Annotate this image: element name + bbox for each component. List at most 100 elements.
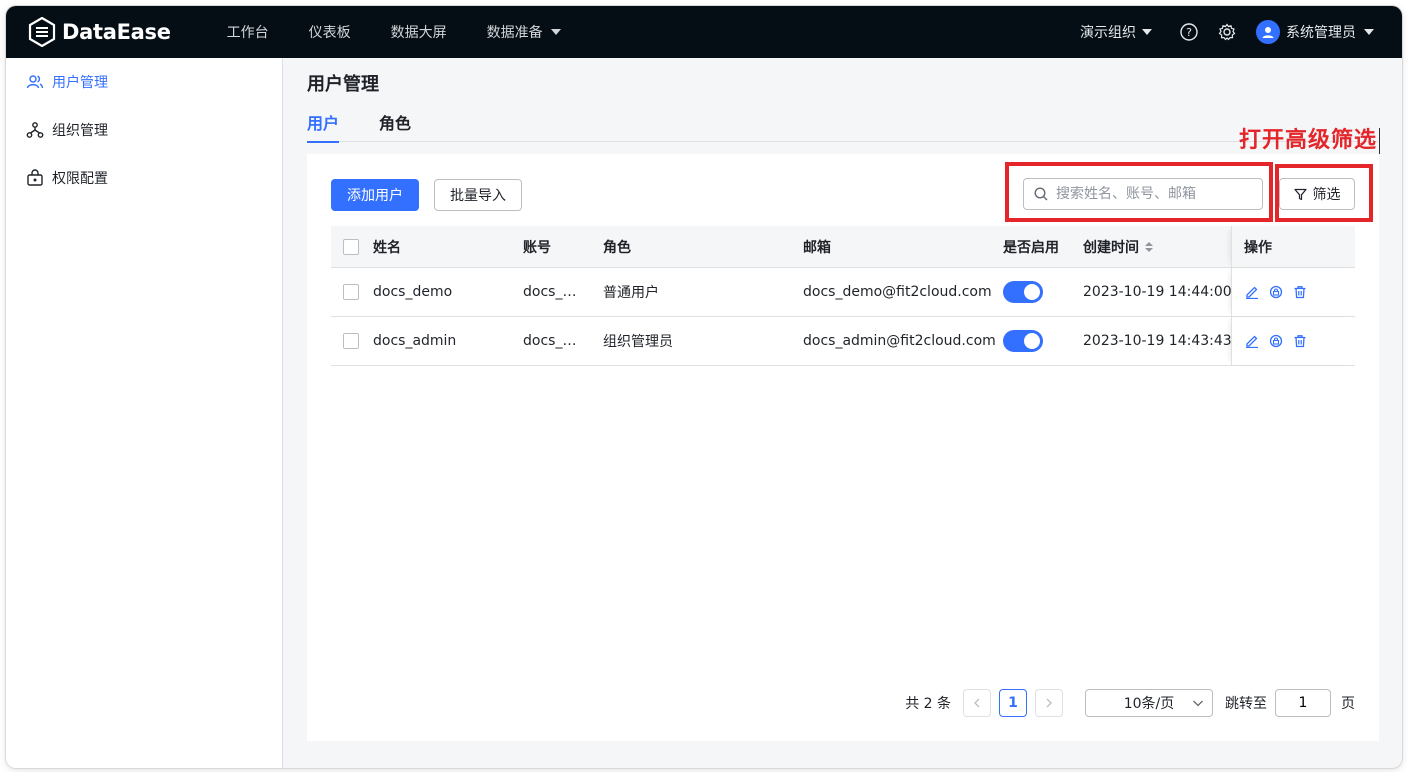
enabled-toggle[interactable] (1003, 330, 1043, 352)
row-select-cell (331, 284, 373, 300)
select-all-checkbox[interactable] (343, 238, 359, 255)
cell-account: docs_… (523, 333, 577, 349)
reset-password-icon[interactable] (1268, 284, 1284, 300)
avatar (1256, 20, 1280, 44)
org-tree-icon (26, 121, 44, 139)
top-navbar: DataEase 工作台 仪表板 数据大屏 数据准备 演示组织 ? 系统管理员 (6, 6, 1402, 58)
logo-text: DataEase (62, 20, 171, 44)
next-page-button[interactable] (1035, 689, 1063, 717)
tab-roles[interactable]: 角色 (379, 106, 411, 142)
sidebar-item-user-management[interactable]: 用户管理 (6, 58, 282, 106)
cell-role: 普通用户 (603, 285, 659, 301)
jump-page-input[interactable] (1275, 689, 1331, 717)
sidebar-item-permissions[interactable]: 权限配置 (6, 154, 282, 202)
cell-email: docs_admin@fit2cloud.com (803, 333, 996, 349)
header-created-label: 创建时间 (1083, 239, 1139, 256)
header-created-time[interactable]: 创建时间 (1083, 237, 1231, 257)
enabled-toggle[interactable] (1003, 281, 1043, 303)
cell-email: docs_demo@fit2cloud.com (803, 284, 992, 300)
tab-users[interactable]: 用户 (307, 106, 340, 143)
delete-trash-icon[interactable] (1292, 333, 1308, 349)
search-field[interactable] (1023, 178, 1263, 210)
row-checkbox[interactable] (343, 333, 359, 349)
help-icon[interactable]: ? (1180, 23, 1198, 41)
cell-ops (1231, 317, 1355, 365)
user-list-card: 添加用户 批量导入 筛选 姓名 账号 角色 邮箱 (307, 154, 1379, 741)
header-enabled: 是否启用 (1003, 239, 1059, 256)
annotation-text: 打开高级筛选 (1239, 128, 1378, 153)
header-name: 姓名 (373, 239, 401, 256)
nav-label: 仪表板 (308, 25, 351, 41)
add-user-button[interactable]: 添加用户 (331, 179, 419, 211)
cell-name: docs_admin (373, 333, 457, 349)
caret-down-icon (550, 29, 561, 35)
user-menu[interactable]: 系统管理员 (1256, 20, 1374, 44)
sort-icon[interactable] (1145, 241, 1153, 252)
users-icon (26, 73, 44, 91)
app-window: DataEase 工作台 仪表板 数据大屏 数据准备 演示组织 ? 系统管理员 … (6, 6, 1402, 768)
edit-icon[interactable] (1244, 333, 1260, 349)
pagination: 共 2 条 1 10条/页 跳转至 页 (905, 689, 1355, 717)
row-checkbox[interactable] (343, 284, 359, 300)
page-title: 用户管理 (307, 74, 379, 95)
pagination-total: 共 2 条 (905, 696, 951, 712)
prev-page-button[interactable] (963, 689, 991, 717)
row-select-cell (331, 333, 373, 349)
dataease-logo-icon (28, 17, 56, 47)
header-ops: 操作 (1231, 226, 1355, 267)
cell-role: 组织管理员 (603, 334, 673, 350)
chevron-right-icon (1046, 698, 1052, 708)
cell-enabled (1003, 281, 1083, 303)
text-cursor (1379, 128, 1381, 154)
delete-trash-icon[interactable] (1292, 284, 1308, 300)
header-role: 角色 (603, 239, 631, 256)
org-label: 演示组织 (1080, 25, 1136, 41)
nav-dashboard[interactable]: 仪表板 (309, 22, 351, 42)
caret-down-icon (1142, 29, 1152, 35)
cell-name: docs_demo (373, 284, 453, 300)
user-name: 系统管理员 (1286, 25, 1356, 41)
nav-data-prep[interactable]: 数据准备 (487, 22, 561, 42)
page-number-button[interactable]: 1 (999, 689, 1027, 717)
page-suffix: 页 (1341, 696, 1355, 712)
table-header: 姓名 账号 角色 邮箱 是否启用 创建时间 操作 (331, 226, 1355, 268)
cell-created-time: 2023-10-19 14:43:43 (1083, 333, 1232, 349)
sidebar-item-label: 组织管理 (52, 123, 108, 139)
jump-label: 跳转至 (1225, 696, 1267, 712)
cell-account: docs_… (523, 284, 577, 300)
filter-label: 筛选 (1312, 187, 1341, 203)
logo[interactable]: DataEase (28, 17, 171, 47)
nav-workbench[interactable]: 工作台 (227, 22, 269, 42)
filter-funnel-icon (1293, 188, 1307, 201)
top-right-area: 演示组织 ? 系统管理员 (1080, 6, 1374, 58)
tab-bar: 用户 角色 (307, 106, 1378, 143)
annotation-open-advanced-filter: 打开高级筛选 (1239, 122, 1381, 154)
lock-box-icon (26, 169, 44, 187)
sidebar-item-org-management[interactable]: 组织管理 (6, 106, 282, 154)
cell-ops (1231, 268, 1355, 316)
nav-label: 数据大屏 (390, 25, 447, 41)
search-input[interactable] (1056, 186, 1256, 202)
nav-label: 工作台 (226, 25, 269, 41)
caret-down-icon (1364, 29, 1374, 35)
chevron-down-icon (1193, 700, 1203, 707)
edit-icon[interactable] (1244, 284, 1260, 300)
main-nav: 工作台 仪表板 数据大屏 数据准备 (227, 22, 601, 42)
nav-label: 数据准备 (486, 25, 543, 41)
reset-password-icon[interactable] (1268, 333, 1284, 349)
cell-created-time: 2023-10-19 14:44:00 (1083, 284, 1232, 300)
svg-text:?: ? (1186, 26, 1192, 39)
cell-enabled (1003, 330, 1083, 352)
batch-import-button[interactable]: 批量导入 (434, 179, 522, 211)
settings-gear-icon[interactable] (1218, 23, 1236, 41)
nav-screen[interactable]: 数据大屏 (391, 22, 447, 42)
page-size-select[interactable]: 10条/页 (1085, 689, 1213, 717)
sidebar: 用户管理 组织管理 权限配置 (6, 58, 283, 768)
search-icon (1034, 187, 1048, 201)
sidebar-item-label: 用户管理 (52, 75, 108, 91)
header-select-cell (331, 238, 373, 255)
org-switcher[interactable]: 演示组织 (1080, 22, 1152, 42)
header-email: 邮箱 (803, 239, 831, 256)
user-table: 姓名 账号 角色 邮箱 是否启用 创建时间 操作 docs_demo docs_… (331, 226, 1355, 366)
filter-button[interactable]: 筛选 (1279, 178, 1355, 210)
